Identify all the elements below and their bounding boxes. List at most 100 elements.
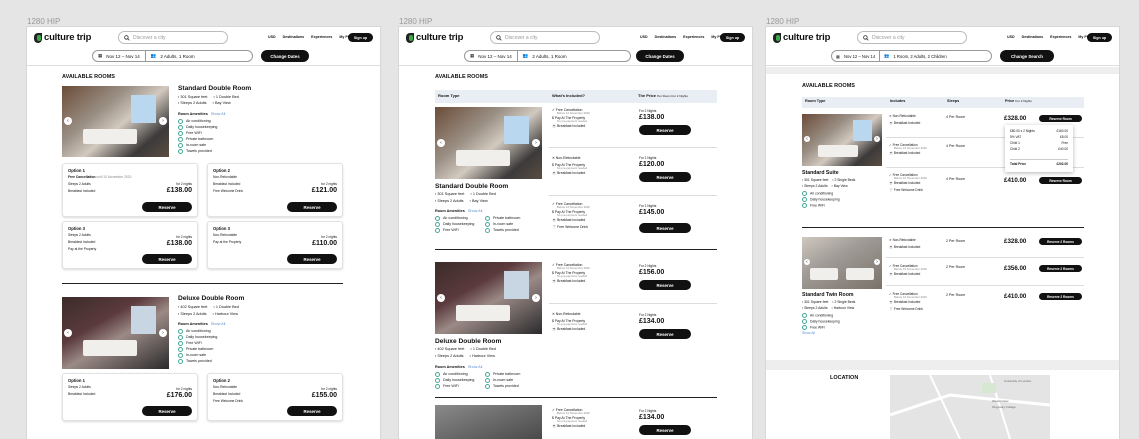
location-map[interactable]: University of London Westminster Kingswa… [890,375,1050,439]
prev-arrow-icon[interactable]: ‹ [804,259,810,265]
amenities-list: Air conditioning Daily housekeeping Free W… [178,118,217,154]
show-all-link[interactable]: Show All [468,209,483,213]
nav-currency[interactable]: USD [640,35,648,39]
signup-button[interactable]: Sign up [720,33,745,42]
prev-arrow-icon[interactable]: ‹ [804,136,810,142]
nav-currency[interactable]: USD [268,35,276,39]
guest-selector[interactable]: 👥 1 Room, 2 Adults, 2 Children [880,51,951,61]
date-range[interactable]: ▦ Nov 12 – Nov 14 [93,51,145,61]
next-arrow-icon[interactable]: › [532,294,540,302]
option-card: Option 1 Free Cancellation until 10 Nove… [62,163,198,217]
reserve-button[interactable]: Reserve [639,329,691,339]
date-guest-field[interactable]: ▦ Nov 12 – Nov 14 👥 2 Adults, 1 Room [464,50,631,62]
date-guest-field[interactable]: ▦ Nov 12 – Nov 14 👥 1 Room, 2 Adults, 2 Ch… [831,50,992,62]
next-arrow-icon[interactable]: › [159,329,167,337]
reserve-button[interactable]: Reserve [142,406,192,416]
top-nav: USD Destinations Experiences My Plans [1007,35,1094,39]
search-input[interactable]: Discover a city [490,31,600,44]
room-features: Sleeps 2 AdultsHarbour View [802,306,854,310]
reserve-room-button[interactable]: Reserve Room [1039,177,1082,184]
price: £328.00 [1004,238,1027,245]
includes-list: ✕ Non-Refundable $ Pay At The Property No… [552,312,588,331]
next-arrow-icon[interactable]: › [874,259,880,265]
logo[interactable]: culture trip [406,32,463,43]
site-header: culture trip Discover a city USD Destina… [399,27,752,49]
show-all-link[interactable]: Show All [211,112,226,116]
room-photo[interactable]: ‹ › [802,114,882,166]
change-dates-button[interactable]: Change Dates [636,50,684,62]
nav-experiences[interactable]: Experiences [683,35,704,39]
price: £156.00 [639,269,665,276]
prev-arrow-icon[interactable]: ‹ [437,294,445,302]
reserve-button[interactable]: Reserve [287,406,337,416]
date-range[interactable]: ▦ Nov 12 – Nov 14 [832,51,879,61]
date-guest-field[interactable]: ▦ Nov 12 – Nov 14 👥 2 Adults, 1 Room [92,50,253,62]
map-roads [890,375,1050,439]
nav-currency[interactable]: USD [1007,35,1015,39]
option-card: Option 2 Non-Refundable Breakfast Includ… [207,373,343,421]
reserve-button[interactable]: Reserve [639,280,691,290]
next-arrow-icon[interactable]: › [159,117,167,125]
nav-destinations[interactable]: Destinations [655,35,677,39]
reserve-2-rooms-button[interactable]: Reserve 2 Rooms [1039,265,1082,272]
room-photo[interactable]: ‹ › [62,86,169,157]
amenities-heading: Room Amenities Show All [178,112,226,116]
includes-list: ✓ Free Cancellation Before 10 November 20… [552,263,590,283]
room-photo[interactable] [435,405,542,439]
change-search-button[interactable]: Change Search [1000,50,1054,62]
price: £138.00 [639,114,665,121]
prev-arrow-icon[interactable]: ‹ [437,139,445,147]
reserve-button[interactable]: Reserve [639,425,691,435]
room-photo[interactable]: ‹ › [435,107,542,179]
reserve-button[interactable]: Reserve [142,254,192,264]
reserve-2-rooms-button[interactable]: Reserve 2 Rooms [1039,238,1082,245]
reserve-button[interactable]: Reserve [287,254,337,264]
calendar-icon: ▦ [836,53,840,59]
room-features: 402 Square feet1 Double Bed [435,347,495,351]
guest-selector[interactable]: 👥 2 Adults, 1 Room [518,51,572,61]
frame-card-layout: culture trip Discover a city USD Destina… [27,27,380,439]
reserve-room-button[interactable]: Reserve Room [1039,115,1082,122]
next-arrow-icon[interactable]: › [532,139,540,147]
show-all-link[interactable]: Show All [468,365,483,369]
frame-compact-layout: culture trip Discover a city USD Destina… [766,27,1119,439]
room-photo[interactable]: ‹ › [62,297,169,369]
room-photo[interactable]: ‹ › [802,237,882,289]
option-card: Option 1 Sleeps 2 Adults Breakfast Inclu… [62,373,198,421]
reserve-button[interactable]: Reserve [142,202,192,212]
guest-selector[interactable]: 👥 2 Adults, 1 Room [146,51,200,61]
reserve-button[interactable]: Reserve [639,223,691,233]
room-photo[interactable]: ‹ › [435,262,542,334]
section-title: AVAILABLE ROOMS [435,74,488,80]
next-arrow-icon[interactable]: › [874,136,880,142]
nav-destinations[interactable]: Destinations [1022,35,1044,39]
room-title: Deluxe Double Room [178,295,245,302]
signup-button[interactable]: Sign up [348,33,373,42]
prev-arrow-icon[interactable]: ‹ [64,117,72,125]
nav-experiences[interactable]: Experiences [311,35,332,39]
signup-button[interactable]: Sign up [1087,33,1112,42]
show-all-link[interactable]: Show All [211,322,226,326]
date-range[interactable]: ▦ Nov 12 – Nov 14 [465,51,517,61]
price: £134.00 [639,414,665,421]
room-features: 301 Square feet1 Double Bed [435,192,495,196]
reserve-2-rooms-button[interactable]: Reserve 2 Rooms [1039,293,1082,300]
nav-experiences[interactable]: Experiences [1050,35,1071,39]
change-dates-button[interactable]: Change Dates [261,50,309,62]
search-input[interactable]: Discover a city [857,31,967,44]
prev-arrow-icon[interactable]: ‹ [64,329,72,337]
reserve-button[interactable]: Reserve [639,125,691,135]
reserve-button[interactable]: Reserve [287,202,337,212]
search-input[interactable]: Discover a city [118,31,228,44]
table-header: Room Type What's Included? The Price Per… [435,90,717,103]
show-all-link[interactable]: Show All [802,331,815,335]
nav-destinations[interactable]: Destinations [283,35,305,39]
frame-label: 1280 HIP [27,17,61,26]
price: £356.00 [1004,265,1027,272]
calendar-icon: ▦ [470,53,475,58]
logo[interactable]: culture trip [34,32,91,43]
section-title: AVAILABLE ROOMS [62,74,115,80]
site-header: culture trip Discover a city USD Destina… [766,27,1119,49]
reserve-button[interactable]: Reserve [639,172,691,182]
logo[interactable]: culture trip [773,32,830,43]
